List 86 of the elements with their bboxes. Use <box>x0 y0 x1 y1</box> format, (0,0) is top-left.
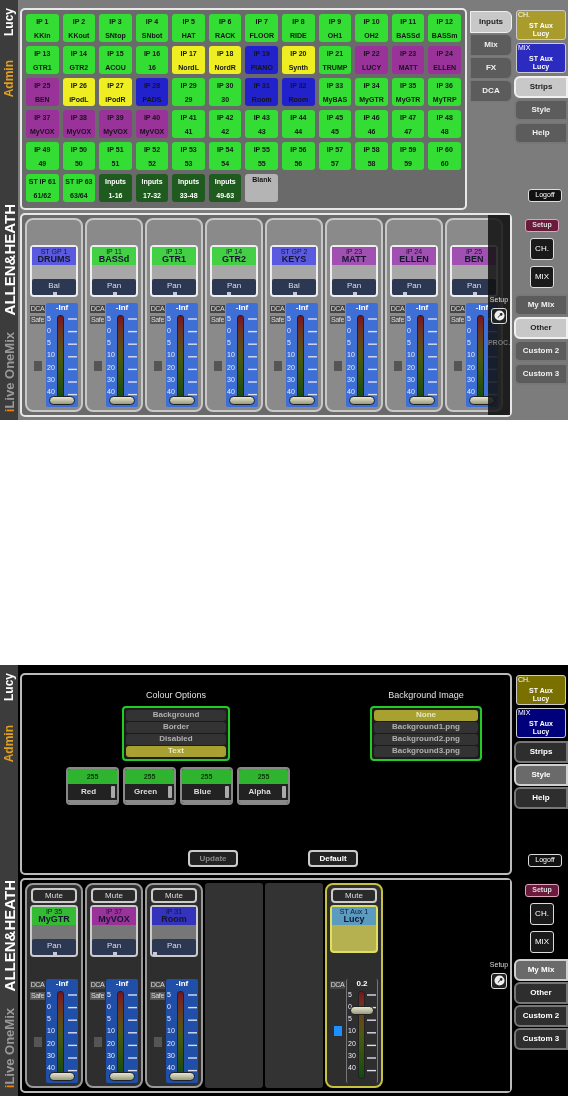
side-tab[interactable]: Custom 2 <box>514 340 568 362</box>
list-title: Colour Options <box>146 689 206 702</box>
product-name: iLive OneMix <box>2 1007 16 1088</box>
panel-tab[interactable]: Inputs <box>470 11 512 33</box>
list-title: Background Image <box>388 689 464 702</box>
slider-label: Blue <box>192 785 213 798</box>
side-tab[interactable]: Strips <box>514 76 568 98</box>
slider-handle[interactable] <box>225 785 229 798</box>
fader-cap[interactable] <box>49 396 75 405</box>
side-tab[interactable]: Help <box>514 787 568 809</box>
mute-button[interactable]: Mute <box>91 888 137 903</box>
slider-label: Alpha <box>247 785 272 798</box>
side-tab[interactable]: Strips <box>514 741 568 763</box>
fader-cap[interactable] <box>229 396 255 405</box>
user-name: Lucy <box>1 8 17 36</box>
fader-cap[interactable] <box>169 1072 195 1081</box>
fader-reading: -Inf <box>294 303 310 313</box>
fader-reading: 0.2 <box>355 979 369 989</box>
pan-control[interactable]: Bal <box>32 279 76 295</box>
option-item[interactable]: Background3.png <box>374 745 478 757</box>
option-item[interactable]: Background <box>126 709 226 721</box>
side-tab[interactable]: Style <box>514 764 568 786</box>
brand-logo: ALLEN&HEATH <box>1 880 17 992</box>
fader-reading: -Inf <box>234 303 250 313</box>
side-tab[interactable]: My Mix <box>514 959 568 981</box>
user-role: Admin <box>1 725 17 763</box>
side-tab[interactable]: Custom 2 <box>514 1005 568 1027</box>
pan-control[interactable]: Pan <box>392 279 436 295</box>
product-name: iLive OneMix <box>2 331 16 412</box>
option-item[interactable]: Border <box>126 721 226 733</box>
wrench-icon[interactable] <box>491 307 507 324</box>
fader-reading: -Inf <box>114 979 130 989</box>
fader-reading: -Inf <box>354 303 370 313</box>
user-name: Lucy <box>1 673 17 701</box>
fader-cap[interactable] <box>289 396 315 405</box>
mix-button[interactable]: MIX <box>530 931 554 953</box>
mix-button[interactable]: MIX <box>530 266 554 288</box>
pan-control[interactable]: Pan <box>332 279 376 295</box>
side-tab[interactable]: Other <box>514 317 568 339</box>
mute-button[interactable]: Mute <box>151 888 197 903</box>
user-role: Admin <box>1 60 17 98</box>
fader-reading: -Inf <box>174 979 190 989</box>
fader-reading: -Inf <box>414 303 430 313</box>
panel-tab[interactable]: Mix <box>470 34 512 56</box>
mute-button[interactable]: Mute <box>331 888 377 903</box>
fader-cap[interactable] <box>49 1072 75 1081</box>
slider-label: Red <box>79 785 98 798</box>
side-tab[interactable]: Other <box>514 982 568 1004</box>
slider-handle[interactable] <box>282 785 286 798</box>
mute-button[interactable]: Mute <box>31 888 77 903</box>
pan-control[interactable]: Pan <box>92 279 136 295</box>
fader-cap[interactable] <box>169 396 195 405</box>
pan-control[interactable]: Pan <box>92 939 136 955</box>
option-item[interactable]: Background1.png <box>374 721 478 733</box>
action-button[interactable]: Default <box>308 850 358 867</box>
pan-control[interactable]: Pan <box>152 279 196 295</box>
option-item[interactable]: Background2.png <box>374 733 478 745</box>
fader-reading: -Inf <box>474 303 490 313</box>
fader-reading: -Inf <box>174 303 190 313</box>
slider-handle[interactable] <box>111 785 115 798</box>
side-tab[interactable]: Custom 3 <box>514 363 568 385</box>
fader-cap[interactable] <box>409 396 435 405</box>
slider-label: Green <box>132 785 159 798</box>
wrench-icon[interactable] <box>491 972 507 989</box>
option-item[interactable]: Disabled <box>126 733 226 745</box>
side-tab[interactable]: Custom 3 <box>514 1028 568 1050</box>
fader-reading: -Inf <box>114 303 130 313</box>
pan-control[interactable]: Pan <box>212 279 256 295</box>
pan-control[interactable]: Bal <box>272 279 316 295</box>
fader-reading: -Inf <box>54 303 70 313</box>
fader-cap[interactable] <box>109 1072 135 1081</box>
side-tab[interactable]: Help <box>514 122 568 144</box>
fader-cap[interactable] <box>349 396 375 405</box>
slider-handle[interactable] <box>168 785 172 798</box>
fader-cap[interactable] <box>109 396 135 405</box>
ch-button[interactable]: CH. <box>530 903 554 925</box>
side-tab[interactable]: Style <box>514 99 568 121</box>
fader-cap[interactable] <box>350 1006 374 1016</box>
ch-button[interactable]: CH. <box>530 238 554 260</box>
pan-control[interactable]: Pan <box>32 939 76 955</box>
side-tab[interactable]: My Mix <box>514 294 568 316</box>
brand-logo: ALLEN&HEATH <box>1 204 17 316</box>
panel-tab[interactable]: DCA <box>470 80 512 102</box>
fader-reading: -Inf <box>54 979 70 989</box>
panel-tab[interactable]: FX <box>470 57 512 79</box>
pan-control[interactable]: Pan <box>152 939 196 955</box>
